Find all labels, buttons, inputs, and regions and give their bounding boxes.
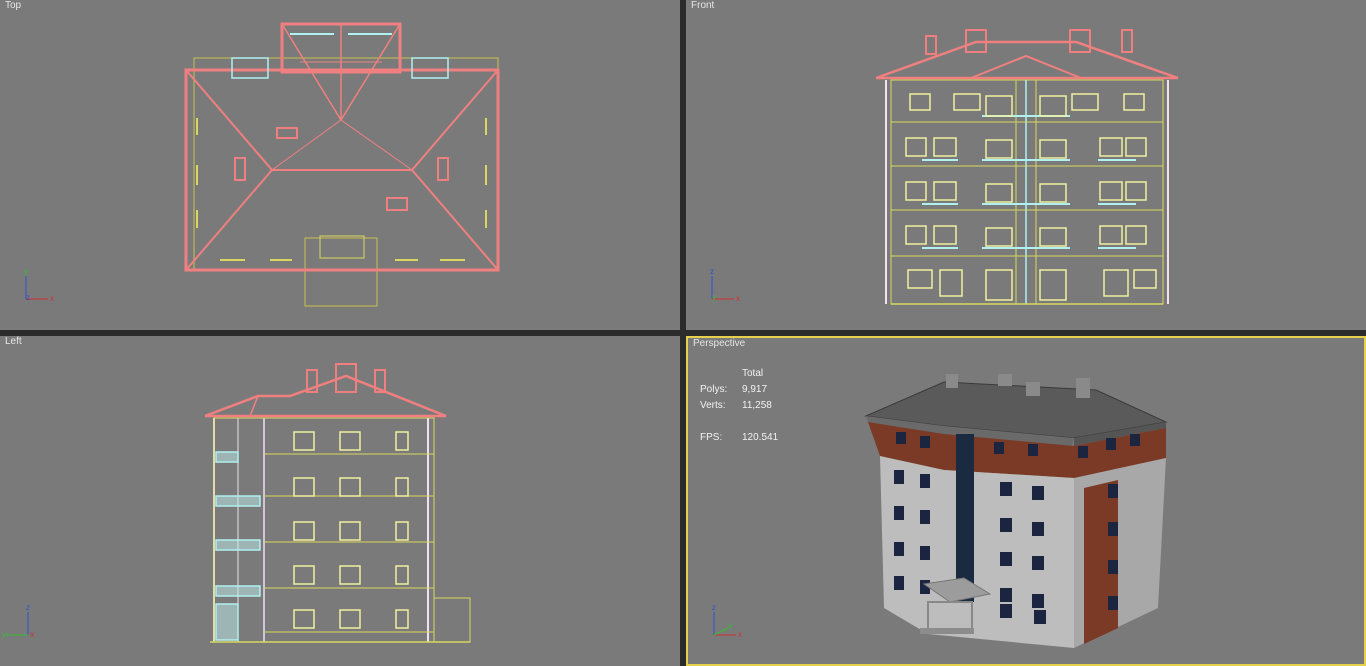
svg-text:x: x [736,294,740,303]
axis-tripod-icon: z y x [2,603,34,639]
axis-tripod-icon: y x z [24,267,54,303]
viewport-top[interactable]: Top y x z [0,0,680,330]
left-view-wireframe [204,363,471,643]
front-view-wireframe [875,29,1179,305]
axis-tripod-icon: z x y [710,267,740,303]
svg-text:x: x [30,630,34,639]
top-view-wireframe [184,22,500,307]
viewport-front[interactable]: Front z x y [686,0,1366,330]
axis-tripod-icon: z x y [712,603,742,639]
viewport-left[interactable]: Left z y x [0,336,680,666]
svg-text:z: z [710,267,714,276]
svg-text:x: x [738,630,742,639]
svg-text:y: y [2,630,6,639]
viewport-perspective[interactable]: Perspective Total Polys: 9,917 Verts: 11… [686,336,1366,666]
svg-text:z: z [712,603,716,612]
svg-text:y: y [24,267,28,276]
perspective-building-render [864,374,1168,648]
svg-text:y: y [728,621,732,630]
svg-text:z: z [26,603,30,612]
svg-text:z: z [26,293,30,302]
svg-text:x: x [50,294,54,303]
svg-text:y: y [712,293,716,302]
